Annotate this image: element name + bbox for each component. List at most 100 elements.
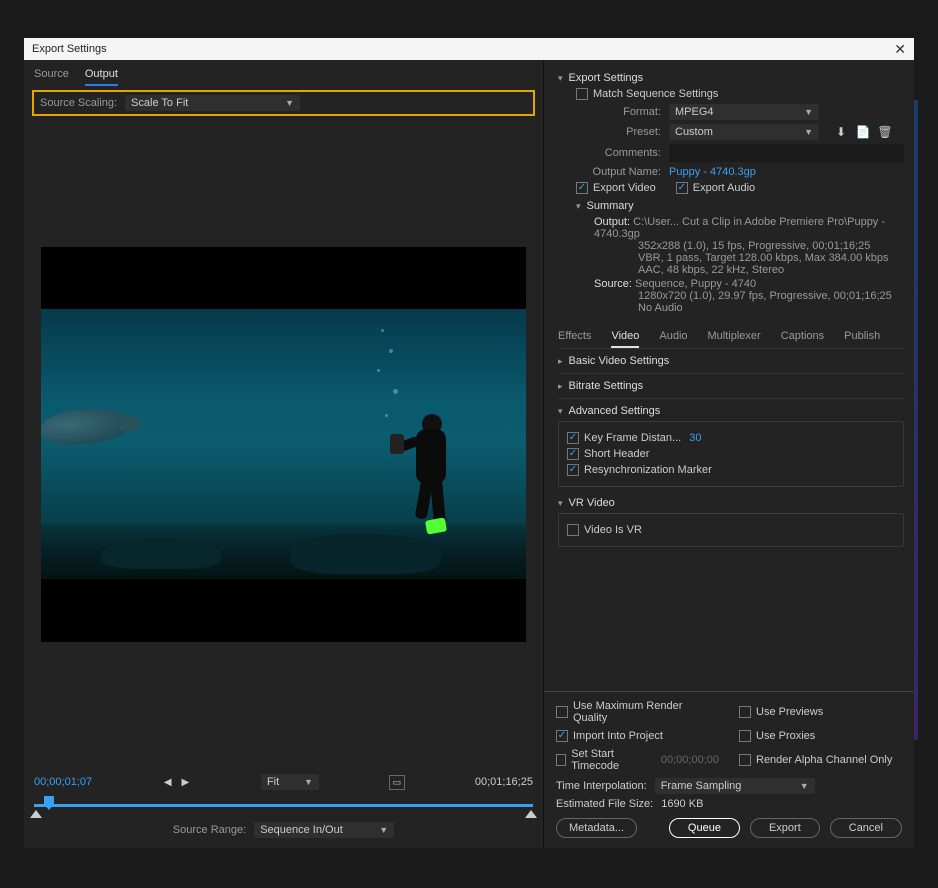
step-back-icon[interactable]: ◀ <box>162 777 174 788</box>
tab-video[interactable]: Video <box>611 326 639 348</box>
chevron-down-icon: ▾ <box>558 498 563 509</box>
export-settings-title: Export Settings <box>569 72 644 84</box>
out-point-handle[interactable] <box>525 810 537 818</box>
bitrate-header[interactable]: ▸ Bitrate Settings <box>558 380 904 392</box>
comments-label: Comments: <box>576 147 661 159</box>
queue-button[interactable]: Queue <box>669 818 740 838</box>
format-label: Format: <box>576 106 661 118</box>
summary-source-label: Source: <box>594 278 632 290</box>
source-scaling-select[interactable]: Scale To Fit ▼ <box>125 95 300 111</box>
aspect-ratio-icon[interactable]: ▭ <box>389 775 406 790</box>
seal-shape <box>41 405 132 448</box>
diver-shape <box>396 399 466 539</box>
short-header-label: Short Header <box>584 448 649 460</box>
delete-preset-icon[interactable]: 🗑 <box>877 124 893 140</box>
video-is-vr-checkbox[interactable]: Video Is VR <box>567 524 642 536</box>
advanced-header[interactable]: ▾ Advanced Settings <box>558 405 904 417</box>
tab-captions[interactable]: Captions <box>781 326 824 348</box>
export-settings-header[interactable]: ▾ Export Settings <box>558 72 904 84</box>
metadata-button[interactable]: Metadata... <box>556 818 637 838</box>
tab-audio[interactable]: Audio <box>659 326 687 348</box>
export-video-checkbox[interactable]: Export Video <box>576 182 656 194</box>
source-scaling-row: Source Scaling: Scale To Fit ▼ <box>32 90 535 116</box>
summary-output-line: 352x288 (1.0), 15 fps, Progressive, 00;0… <box>638 240 904 252</box>
summary-source-line: 1280x720 (1.0), 29.97 fps, Progressive, … <box>638 290 904 302</box>
chevron-down-icon: ▼ <box>800 781 809 791</box>
summary-source-line: Sequence, Puppy - 4740 <box>635 278 756 290</box>
settings-tabs: Effects Video Audio Multiplexer Captions… <box>558 320 904 349</box>
cancel-button[interactable]: Cancel <box>830 818 902 838</box>
vr-panel: Video Is VR <box>558 513 904 547</box>
source-range-select[interactable]: Sequence In/Out ▼ <box>254 822 394 838</box>
start-tc-value: 00;00;00;00 <box>661 754 719 766</box>
match-sequence-checkbox[interactable]: Match Sequence Settings <box>576 88 718 100</box>
format-value: MPEG4 <box>675 106 714 118</box>
chevron-down-icon: ▼ <box>285 98 294 108</box>
preview-tabs: Source Output <box>24 60 543 86</box>
chevron-down-icon: ▼ <box>379 825 388 835</box>
summary-title: Summary <box>587 200 634 212</box>
tab-effects[interactable]: Effects <box>558 326 591 348</box>
preview-frame <box>41 247 526 642</box>
vr-video-header[interactable]: ▾ VR Video <box>558 497 904 509</box>
duration-timecode: 00;01;16;25 <box>475 776 533 788</box>
basic-video-header[interactable]: ▸ Basic Video Settings <box>558 355 904 367</box>
output-name-label: Output Name: <box>576 166 661 178</box>
chevron-right-icon: ▸ <box>558 381 563 392</box>
keyframe-distance-checkbox[interactable]: Key Frame Distan... <box>567 432 681 444</box>
output-name-link[interactable]: Puppy - 4740.3gp <box>669 166 756 178</box>
summary-header[interactable]: ▾ Summary <box>576 200 904 212</box>
resync-marker-checkbox[interactable]: Resynchronization Marker <box>567 464 712 476</box>
chevron-down-icon: ▾ <box>558 73 563 84</box>
source-range-value: Sequence In/Out <box>260 824 343 836</box>
render-alpha-checkbox[interactable]: Render Alpha Channel Only <box>739 748 902 772</box>
playhead[interactable] <box>44 796 54 810</box>
zoom-value: Fit <box>267 776 279 788</box>
left-panel: Source Output Source Scaling: Scale To F… <box>24 60 544 848</box>
short-header-checkbox[interactable]: Short Header <box>567 448 649 460</box>
use-previews-checkbox[interactable]: Use Previews <box>739 700 902 724</box>
import-preset-icon[interactable]: 📄 <box>855 124 871 140</box>
max-render-label: Use Maximum Render Quality <box>573 700 719 724</box>
chevron-down-icon: ▼ <box>304 777 313 787</box>
summary-output-label: Output: <box>594 216 630 228</box>
import-into-project-checkbox[interactable]: Import Into Project <box>556 730 719 742</box>
timeline[interactable] <box>34 796 533 814</box>
zoom-select[interactable]: Fit ▼ <box>261 774 319 790</box>
time-interpolation-select[interactable]: Frame Sampling ▼ <box>655 778 815 794</box>
tab-publish[interactable]: Publish <box>844 326 880 348</box>
keyframe-distance-value[interactable]: 30 <box>689 432 701 444</box>
save-preset-icon[interactable]: ⬇ <box>833 124 849 140</box>
comments-input[interactable] <box>669 144 904 162</box>
max-render-quality-checkbox[interactable]: Use Maximum Render Quality <box>556 700 719 724</box>
video-is-vr-label: Video Is VR <box>584 524 642 536</box>
preview-area <box>24 120 543 768</box>
close-icon[interactable]: ✕ <box>894 41 906 58</box>
summary-output-line: AAC, 48 kbps, 22 kHz, Stereo <box>638 264 904 276</box>
chevron-down-icon: ▼ <box>804 107 813 117</box>
import-project-label: Import Into Project <box>573 730 663 742</box>
scrollbar-accent <box>914 100 918 740</box>
in-point-handle[interactable] <box>30 810 42 818</box>
summary-output-line: C:\User... Cut a Clip in Adobe Premiere … <box>594 216 885 240</box>
source-scaling-label: Source Scaling: <box>40 97 117 109</box>
format-select[interactable]: MPEG4 ▼ <box>669 104 819 120</box>
step-forward-icon[interactable]: ▶ <box>180 777 192 788</box>
preset-select[interactable]: Custom ▼ <box>669 124 819 140</box>
export-audio-label: Export Audio <box>693 182 755 194</box>
tab-multiplexer[interactable]: Multiplexer <box>708 326 761 348</box>
use-proxies-checkbox[interactable]: Use Proxies <box>739 730 902 742</box>
current-timecode[interactable]: 00;00;01;07 <box>34 776 92 788</box>
resync-marker-label: Resynchronization Marker <box>584 464 712 476</box>
vr-video-title: VR Video <box>569 497 615 509</box>
source-scaling-value: Scale To Fit <box>131 97 188 109</box>
advanced-panel: Key Frame Distan... 30 Short Header <box>558 421 904 487</box>
chevron-down-icon: ▾ <box>558 406 563 417</box>
set-start-timecode-checkbox[interactable]: Set Start Timecode 00;00;00;00 <box>556 748 719 772</box>
chevron-right-icon: ▸ <box>558 356 563 367</box>
export-button[interactable]: Export <box>750 818 820 838</box>
export-audio-checkbox[interactable]: Export Audio <box>676 182 755 194</box>
source-range-label: Source Range: <box>173 824 246 836</box>
tab-output[interactable]: Output <box>85 64 118 86</box>
tab-source[interactable]: Source <box>34 64 69 86</box>
